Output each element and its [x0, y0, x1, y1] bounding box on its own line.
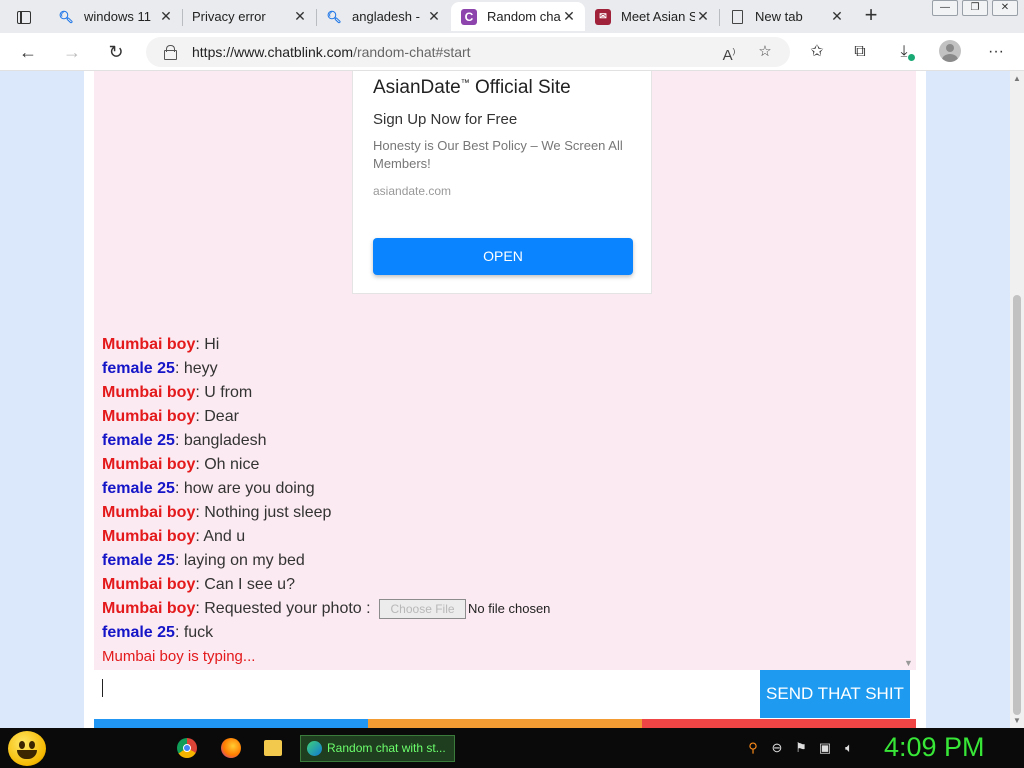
- taskbar-clock[interactable]: 4:09 PM: [884, 732, 985, 763]
- close-icon[interactable]: ✕: [426, 8, 442, 25]
- page-scrollbar[interactable]: ▲ ▼: [1010, 71, 1024, 728]
- tab-strip: 🔍︎ windows 11 ✕ Privacy error ✕ 🔍︎ angla…: [0, 0, 1024, 33]
- chat-message: female 25: how are you doing: [102, 480, 315, 497]
- close-icon[interactable]: ✕: [695, 8, 711, 25]
- url-text[interactable]: https://www.chatblink.com/random-chat#st…: [192, 44, 471, 60]
- edge-icon: [307, 741, 322, 756]
- chatblink-icon: C: [461, 8, 477, 25]
- ad-subtitle: Sign Up Now for Free: [373, 111, 518, 128]
- chat-message: Mumbai boy: Nothing just sleep: [102, 504, 332, 521]
- tab-label: Privacy error: [192, 9, 266, 24]
- chat-message: female 25: heyy: [102, 360, 218, 377]
- ad-title: AsianDate™ Official Site: [373, 77, 571, 98]
- close-icon[interactable]: ✕: [292, 8, 308, 25]
- scrollbar-thumb[interactable]: [1013, 295, 1021, 715]
- chat-message: Mumbai boy: U from: [102, 384, 253, 401]
- start-button-smiley-icon[interactable]: [8, 731, 46, 766]
- chat-message: female 25: laying on my bed: [102, 552, 305, 569]
- chat-scrollbar[interactable]: ▼: [902, 71, 916, 670]
- collections-icon[interactable]: ⧉: [849, 41, 871, 63]
- message-input[interactable]: [94, 670, 754, 718]
- taskbar-task-edge[interactable]: Random chat with st...: [300, 735, 455, 762]
- advertisement[interactable]: AsianDate™ Official Site Sign Up Now for…: [352, 71, 652, 294]
- file-explorer-icon[interactable]: [264, 740, 282, 756]
- tab-label: windows 11: [84, 9, 151, 24]
- text-caret: [102, 679, 103, 697]
- navigation-bar: ← → ↻ https://www.chatblink.com/random-c…: [0, 33, 1024, 71]
- typing-indicator: Mumbai boy is typing...: [102, 648, 256, 665]
- chat-message: Mumbai boy: Hi: [102, 336, 220, 353]
- ad-description: Honesty is Our Best Policy – We Screen A…: [373, 138, 623, 171]
- close-window-button[interactable]: ✕: [992, 0, 1018, 16]
- lock-icon[interactable]: [164, 45, 177, 60]
- search-icon: 🔍︎: [326, 9, 342, 24]
- tab-random-chat[interactable]: C Random cha ✕: [451, 2, 585, 31]
- favorite-star-icon[interactable]: ☆: [756, 43, 774, 61]
- flag-tray-icon[interactable]: ⚑: [793, 740, 809, 756]
- volume-tray-icon[interactable]: 🔈︎: [841, 740, 857, 756]
- tab-meet-asian[interactable]: ✉ Meet Asian S ✕: [585, 2, 720, 31]
- chat-message: Mumbai boy: Oh nice: [102, 456, 260, 473]
- refresh-button[interactable]: ↻: [105, 41, 127, 63]
- close-icon[interactable]: ✕: [158, 8, 174, 25]
- ad-domain: asiandate.com: [373, 184, 452, 198]
- ad-open-button[interactable]: OPEN: [373, 238, 633, 275]
- color-strip: [94, 719, 916, 728]
- search-icon: 🔍︎: [58, 9, 74, 24]
- search-tray-icon[interactable]: ⚲: [745, 740, 761, 756]
- message-input-row: SEND THAT SHIT: [94, 670, 916, 719]
- read-aloud-icon[interactable]: A): [720, 43, 738, 64]
- chat-message: Mumbai boy: And u: [102, 528, 246, 545]
- scroll-down-icon[interactable]: ▼: [1013, 716, 1021, 725]
- tab-label: New tab: [755, 9, 803, 24]
- asiandate-icon: ✉: [595, 8, 611, 25]
- tab-windows-11[interactable]: 🔍︎ windows 11 ✕: [48, 2, 183, 31]
- send-button[interactable]: SEND THAT SHIT: [760, 670, 910, 718]
- chat-message: Mumbai boy: Dear: [102, 408, 239, 425]
- chat-message: Mumbai boy: Can I see u?: [102, 576, 295, 593]
- tab-bangladesh[interactable]: 🔍︎ angladesh - ✕: [316, 2, 450, 31]
- chat-message: female 25: bangladesh: [102, 432, 267, 449]
- choose-file-button[interactable]: Choose File: [379, 599, 467, 619]
- tab-label: Meet Asian S: [621, 9, 695, 24]
- back-button[interactable]: ←: [17, 41, 39, 63]
- tab-actions-icon[interactable]: [8, 6, 40, 28]
- close-icon[interactable]: ✕: [561, 8, 577, 25]
- profile-avatar[interactable]: [939, 40, 961, 62]
- minimize-button[interactable]: —: [932, 0, 958, 16]
- address-bar[interactable]: https://www.chatblink.com/random-chat#st…: [146, 37, 790, 67]
- chat-message: female 25: fuck: [102, 624, 214, 641]
- download-complete-badge: [907, 53, 916, 62]
- file-status: No file chosen: [468, 601, 551, 616]
- favorites-icon[interactable]: ✩: [806, 41, 828, 63]
- page-icon: [729, 9, 745, 25]
- tab-label: angladesh -: [352, 9, 420, 24]
- more-menu-icon[interactable]: ···: [985, 41, 1007, 63]
- scroll-up-icon[interactable]: ▲: [1013, 74, 1021, 83]
- close-icon[interactable]: ✕: [829, 8, 845, 25]
- new-tab-button[interactable]: +: [861, 4, 881, 26]
- forward-button[interactable]: →: [61, 41, 83, 63]
- chat-message: Mumbai boy: Requested your photo : Choos…: [102, 599, 551, 619]
- firefox-icon[interactable]: [221, 738, 241, 758]
- tab-new-tab[interactable]: New tab ✕: [719, 2, 853, 31]
- message-list: Mumbai boy: Hi female 25: heyy Mumbai bo…: [102, 335, 882, 671]
- restore-button[interactable]: ❐: [962, 0, 988, 16]
- taskbar: Random chat with st... ⚲ ⊖ ⚑ ▣ 🔈︎ 4:09 P…: [0, 728, 1024, 768]
- page-viewport: AsianDate™ Official Site Sign Up Now for…: [0, 71, 1024, 728]
- tab-privacy-error[interactable]: Privacy error ✕: [182, 2, 317, 31]
- window-controls: — ❐ ✕: [928, 0, 1018, 16]
- minus-tray-icon[interactable]: ⊖: [769, 740, 785, 756]
- network-tray-icon[interactable]: ▣: [817, 740, 833, 756]
- chrome-icon[interactable]: [177, 738, 197, 758]
- tab-label: Random cha: [487, 9, 561, 24]
